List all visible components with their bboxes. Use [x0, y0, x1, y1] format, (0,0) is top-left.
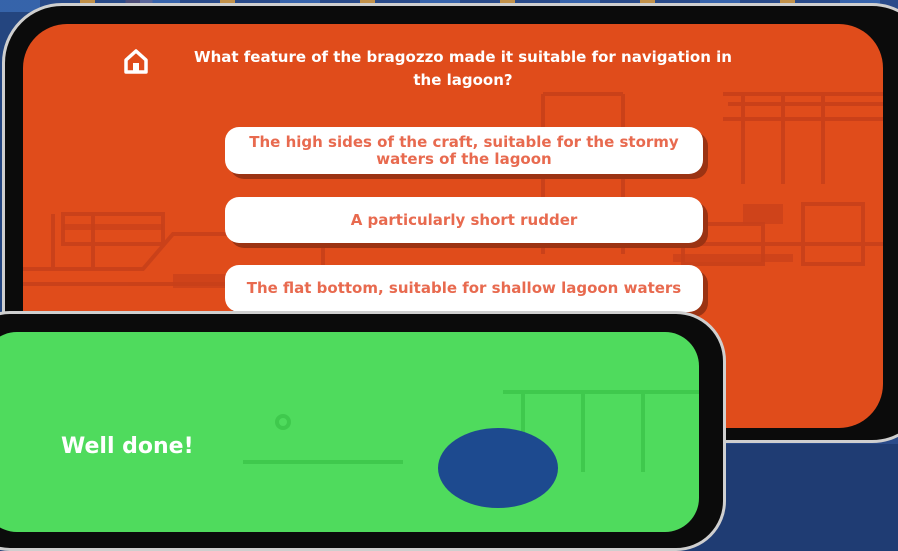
result-screen: Well done! [0, 332, 699, 532]
answer-option-3[interactable]: The flat bottom, suitable for shallow la… [225, 265, 703, 312]
answer-option-1[interactable]: The high sides of the craft, suitable fo… [225, 127, 703, 174]
port-illustration-result [243, 390, 699, 472]
home-icon [124, 49, 148, 74]
question-text: What feature of the bragozzo made it sui… [194, 48, 732, 89]
result-title: Well done! [61, 434, 194, 459]
phone-frame-result: Well done! [0, 311, 726, 551]
answer-option-2[interactable]: A particularly short rudder [225, 197, 703, 243]
result-badge [438, 428, 558, 508]
answer-option-3-label: The flat bottom, suitable for shallow la… [246, 279, 682, 297]
answer-option-1-label: The high sides of the craft, suitable fo… [249, 132, 679, 168]
answer-option-2-label: A particularly short rudder [350, 210, 578, 229]
home-button[interactable] [121, 46, 151, 76]
